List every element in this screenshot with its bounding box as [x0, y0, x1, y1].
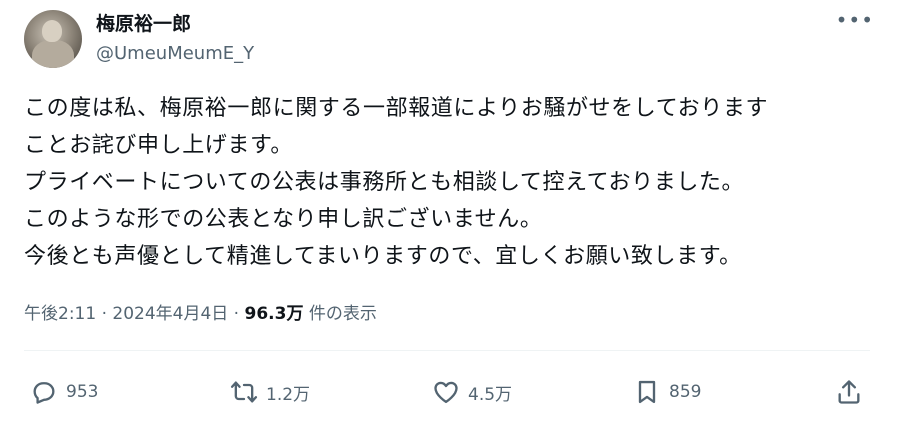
- retweet-icon: [230, 381, 258, 403]
- bookmark-count: 859: [669, 382, 702, 402]
- retweet-button[interactable]: 1.2万: [230, 375, 310, 409]
- avatar-figure-head: [42, 20, 62, 42]
- divider: [24, 350, 870, 351]
- more-options-icon[interactable]: •••: [836, 10, 874, 30]
- reply-icon: [33, 382, 55, 404]
- tweet-meta: 午後2:11 · 2024年4月4日 · 96.3万 件の表示: [24, 302, 377, 326]
- view-count-label: 件の表示: [303, 304, 377, 324]
- bookmark-icon: [638, 380, 656, 404]
- like-icon: [434, 381, 458, 404]
- tweet-text-line: このような形での公表となり申し訳ございません。: [24, 207, 543, 232]
- tweet-text-line: この度は私、梅原裕一郎に関する一部報道によりお騒がせをしております: [24, 96, 769, 121]
- reply-button[interactable]: 953: [30, 375, 98, 409]
- share-icon: [838, 380, 860, 404]
- avatar-figure-body: [32, 40, 74, 68]
- reply-count: 953: [66, 382, 99, 402]
- tweet-timestamp[interactable]: 午後2:11 · 2024年4月4日 ·: [24, 304, 245, 324]
- author-handle[interactable]: @UmeuMeumE_Y: [96, 42, 254, 66]
- tweet-text-line: プライベートについての公表は事務所とも相談して控えておりました。: [24, 170, 745, 195]
- bookmark-button[interactable]: 859: [633, 375, 701, 409]
- view-count[interactable]: 96.3万: [245, 304, 304, 324]
- author-name[interactable]: 梅原裕一郎: [96, 12, 191, 36]
- share-button[interactable]: [835, 375, 871, 409]
- tweet-text-line: 今後とも声優として精進してまいりますので、宜しくお願い致します。: [24, 244, 742, 269]
- like-count: 4.5万: [468, 384, 513, 405]
- retweet-count: 1.2万: [266, 384, 311, 405]
- tweet-text: この度は私、梅原裕一郎に関する一部報道によりお騒がせをしております ことお詫び申…: [24, 90, 884, 275]
- tweet-text-line: ことお詫び申し上げます。: [24, 133, 294, 158]
- avatar[interactable]: [24, 10, 82, 68]
- like-button[interactable]: 4.5万: [432, 375, 512, 409]
